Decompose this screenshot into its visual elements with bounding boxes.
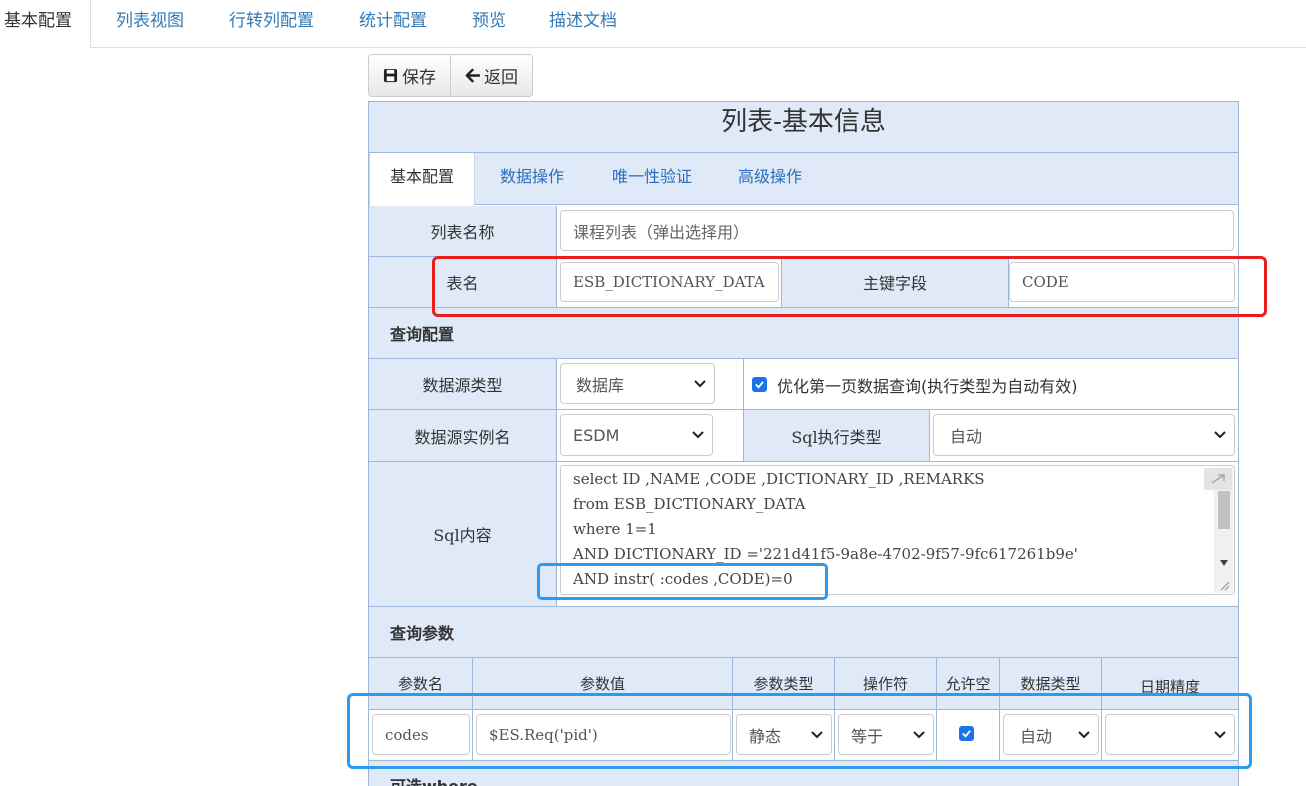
- table-name-cell: ESB_DICTIONARY_DATA: [557, 257, 782, 308]
- primary-key-input[interactable]: CODE: [1009, 262, 1235, 302]
- param-header-nullable: 允许空: [937, 658, 1000, 710]
- back-button-label: 返回: [484, 68, 518, 88]
- param-type-select[interactable]: 静态: [736, 714, 832, 755]
- primary-key-label: 主键字段: [782, 257, 1009, 308]
- sql-exec-type-label: Sql执行类型: [744, 410, 930, 462]
- param-date-precision-cell: [1102, 710, 1238, 761]
- param-nullable-checkbox[interactable]: [959, 726, 974, 741]
- chevron-down-icon: [1078, 730, 1090, 738]
- sql-line: from ESB_DICTIONARY_DATA: [573, 495, 806, 513]
- sql-exec-type-value: 自动: [950, 427, 983, 446]
- datasource-instance-label: 数据源实例名: [369, 410, 557, 462]
- inner-tab-bar: 基本配置 数据操作 唯一性验证 高级操作: [369, 153, 1238, 206]
- primary-key-cell: CODE: [1009, 257, 1238, 308]
- checkmark-icon: [755, 381, 764, 389]
- sql-content-label: Sql内容: [369, 462, 557, 607]
- save-button[interactable]: 保存: [369, 55, 450, 96]
- datasource-instance-cell: ESDM: [557, 410, 744, 462]
- chevron-down-icon: [694, 379, 706, 387]
- panel-title: 列表-基本信息: [369, 102, 1238, 153]
- sql-exec-type-select[interactable]: 自动: [933, 414, 1235, 456]
- back-button[interactable]: 返回: [450, 55, 532, 96]
- list-basic-info-panel: 列表-基本信息 基本配置 数据操作 唯一性验证 高级操作 列表名称 课程列表（弹…: [368, 101, 1239, 786]
- param-header-data-type: 数据类型: [1000, 658, 1102, 710]
- datasource-instance-value: ESDM: [573, 425, 620, 445]
- param-header-type: 参数类型: [733, 658, 835, 710]
- floppy-disk-icon: [383, 68, 398, 83]
- list-name-label: 列表名称: [369, 206, 557, 257]
- optimize-cell: 优化第一页数据查询(执行类型为自动有效): [744, 359, 1238, 410]
- query-params-section: 查询参数: [369, 607, 1238, 658]
- chevron-down-icon: [811, 730, 823, 738]
- top-tab-preview[interactable]: 预览: [472, 0, 506, 48]
- top-tab-description-doc[interactable]: 描述文档: [549, 0, 617, 48]
- save-button-label: 保存: [402, 68, 436, 88]
- query-config-section: 查询配置: [369, 308, 1238, 359]
- param-header-date-precision: 日期精度: [1102, 658, 1238, 710]
- sql-scroll-thumb[interactable]: [1218, 491, 1230, 529]
- param-data-type-select[interactable]: 自动: [1003, 714, 1099, 755]
- list-name-input[interactable]: 课程列表（弹出选择用）: [560, 210, 1234, 251]
- tab-data-operations[interactable]: 数据操作: [500, 153, 564, 205]
- param-operator-cell: 等于: [835, 710, 937, 761]
- checkmark-icon: [962, 730, 971, 738]
- optimize-checkbox[interactable]: [752, 377, 767, 392]
- datasource-type-label: 数据源类型: [369, 359, 557, 410]
- datasource-type-cell: 数据库: [557, 359, 744, 410]
- expand-editor-icon[interactable]: [1204, 468, 1232, 490]
- sql-line: where 1=1: [573, 520, 657, 538]
- sql-line: AND DICTIONARY_ID ='221d41f5-9a8e-4702-9…: [573, 545, 1078, 563]
- tab-advanced-operations[interactable]: 高级操作: [738, 153, 802, 205]
- tab-uniqueness-check[interactable]: 唯一性验证: [612, 153, 692, 205]
- arrow-left-icon: [465, 68, 480, 83]
- param-value-input[interactable]: $ES.Req('pid'): [476, 714, 731, 755]
- chevron-down-icon: [692, 431, 704, 439]
- param-value-cell: $ES.Req('pid'): [473, 710, 733, 761]
- sql-content-cell: select ID ,NAME ,CODE ,DICTIONARY_ID ,RE…: [557, 462, 1238, 607]
- chevron-down-icon: [1214, 730, 1226, 738]
- param-type-cell: 静态: [733, 710, 835, 761]
- sql-textarea[interactable]: select ID ,NAME ,CODE ,DICTIONARY_ID ,RE…: [560, 465, 1235, 595]
- sql-line: select ID ,NAME ,CODE ,DICTIONARY_ID ,RE…: [573, 470, 985, 488]
- param-name-cell: codes: [369, 710, 473, 761]
- sql-exec-type-cell: 自动: [930, 410, 1238, 462]
- param-name-input[interactable]: codes: [372, 714, 470, 755]
- top-tab-statistics[interactable]: 统计配置: [359, 0, 427, 48]
- top-tab-list-view[interactable]: 列表视图: [116, 0, 184, 48]
- toolbar: 保存 返回: [368, 54, 533, 97]
- optimize-label: 优化第一页数据查询(执行类型为自动有效): [777, 377, 1078, 396]
- param-header-operator: 操作符: [835, 658, 937, 710]
- scroll-down-icon[interactable]: [1219, 559, 1229, 567]
- param-date-precision-select[interactable]: [1105, 714, 1235, 755]
- tab-basic-config[interactable]: 基本配置: [369, 153, 476, 206]
- sql-line: AND instr( :codes ,CODE)=0: [573, 570, 793, 588]
- resize-grip-icon[interactable]: [1219, 580, 1230, 591]
- datasource-instance-select[interactable]: ESDM: [560, 414, 713, 456]
- param-operator-value: 等于: [851, 726, 884, 746]
- param-nullable-cell: [937, 710, 1000, 761]
- optional-where-section: 可选where: [369, 761, 1238, 786]
- param-type-value: 静态: [749, 726, 782, 746]
- list-name-cell: 课程列表（弹出选择用）: [557, 206, 1238, 257]
- top-tab-basic-config[interactable]: 基本配置: [0, 0, 91, 49]
- param-header-value: 参数值: [473, 658, 733, 710]
- chevron-down-icon: [913, 730, 925, 738]
- top-tab-row-to-column[interactable]: 行转列配置: [229, 0, 314, 48]
- datasource-type-select[interactable]: 数据库: [560, 363, 715, 404]
- top-tab-bar: 基本配置 列表视图 行转列配置 统计配置 预览 描述文档: [0, 0, 1306, 49]
- datasource-type-value: 数据库: [576, 375, 625, 395]
- table-name-label: 表名: [369, 257, 557, 308]
- param-data-type-value: 自动: [1020, 726, 1053, 746]
- table-name-input[interactable]: ESB_DICTIONARY_DATA: [560, 262, 779, 302]
- param-header-name: 参数名: [369, 658, 473, 710]
- param-data-type-cell: 自动: [1000, 710, 1102, 761]
- chevron-down-icon: [1214, 431, 1226, 439]
- param-operator-select[interactable]: 等于: [838, 714, 934, 755]
